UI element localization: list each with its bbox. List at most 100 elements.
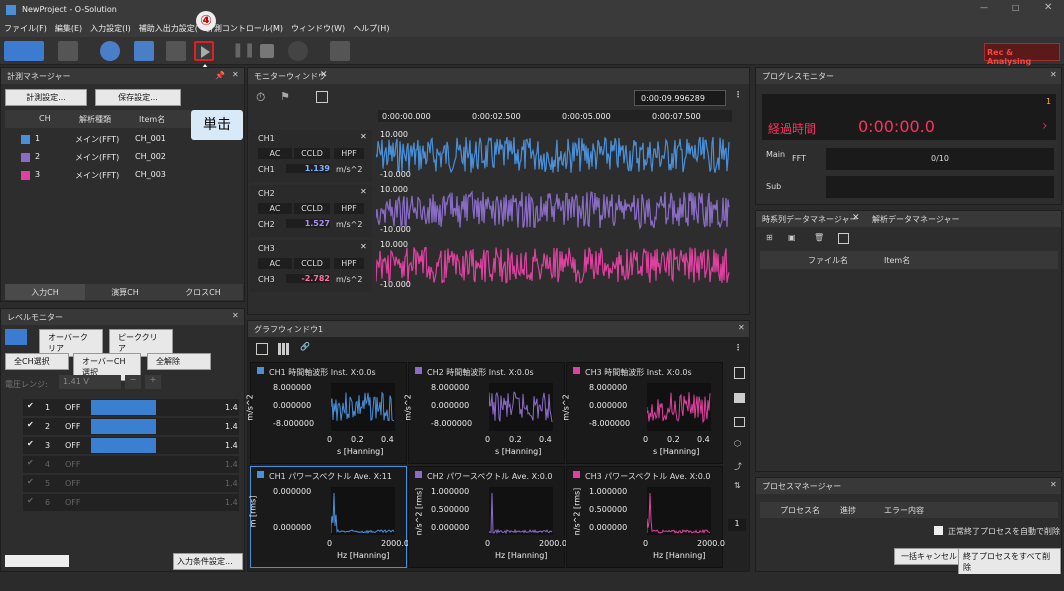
check-icon[interactable]: ✔ [27,496,34,505]
level-row[interactable]: ✔ 3 OFF 1.4 [23,437,239,454]
channel-close-icon[interactable]: ✕ [360,242,367,251]
check-icon[interactable]: ✔ [27,401,34,410]
channel-panel[interactable]: CH2 ✕ AC CCLD HPF CH2 1.527 m/s^2 [250,185,372,237]
range-minus[interactable]: − [125,375,141,389]
save-settings-button[interactable]: 保存設定... [95,89,181,106]
graph-panel[interactable]: CH3 パワースペクトル Ave. X:0.0 1.000000 0.500000 0… [566,466,725,568]
folder-icon[interactable]: ▣ [788,233,796,242]
pause-icon[interactable]: ❚❚ [232,42,255,62]
graph-panel[interactable]: CH1 時間軸波形 Inst. X:0.0s 8.000000 0.000000 -8… [246,362,407,464]
check-icon[interactable]: ✔ [27,458,34,467]
tab-cross-ch[interactable]: クロスCH [165,287,241,298]
layout-icon[interactable] [4,41,44,61]
page-number[interactable]: 1 [728,519,746,531]
check-icon[interactable]: ✔ [27,439,34,448]
channel-hpf-label[interactable]: HPF [334,203,364,214]
level-mode-icon[interactable] [5,329,27,345]
link-icon[interactable]: 🔗 [300,342,310,351]
trigger-icon[interactable] [288,41,308,61]
menu-item-0[interactable]: ファイル(F) [0,20,51,37]
check-icon[interactable]: ✔ [27,477,34,486]
channel-panel[interactable]: CH3 ✕ AC CCLD HPF CH3 -2.782 m/s^2 [250,240,372,292]
deselect-all-button[interactable]: 全解除 [147,353,211,370]
minimize-button[interactable]: — [980,3,988,12]
level-row[interactable]: ✔ 2 OFF 1.4 [23,418,239,435]
delete-icon[interactable]: 🗑 [814,233,824,242]
graph-panel[interactable]: CH3 時間軸波形 Inst. X:0.0s 8.000000 0.000000 -8… [562,362,723,464]
range-plus[interactable]: + [145,375,161,389]
print-icon[interactable] [256,343,268,355]
side-table-icon[interactable] [734,417,745,427]
monitor-icon[interactable] [58,41,78,61]
gauge-icon[interactable] [100,41,120,61]
channel-ac-label[interactable]: AC [258,148,292,159]
tab-timeseries[interactable]: 時系列データマネージャー [762,215,857,224]
graph-panel[interactable]: CH1 パワースペクトル Ave. X:11 0.000000 0.000000 m … [248,466,409,568]
check-icon[interactable]: ✔ [27,420,34,429]
channel-hpf-label[interactable]: HPF [334,258,364,269]
panel-close-icon[interactable]: ✕ [232,70,239,79]
channel-ccld-label[interactable]: CCLD [294,258,330,269]
chevron-right-icon[interactable]: › [1042,118,1048,134]
flag-icon[interactable]: ⚑ [280,90,290,103]
channel-hpf-label[interactable]: HPF [334,148,364,159]
channel-close-icon[interactable]: ✕ [360,187,367,196]
export-icon[interactable] [330,41,350,61]
channel-ccld-label[interactable]: CCLD [294,148,330,159]
stop-icon[interactable] [260,44,274,58]
props-icon[interactable] [838,233,849,244]
monitor-window-tab[interactable]: モニターウィンドウ ✕ [248,68,749,84]
level-row[interactable]: ✔ 4 OFF 1.4 [23,456,239,473]
panel-close-icon[interactable]: ✕ [1050,480,1057,489]
menu-item-6[interactable]: ヘルプ(H) [349,20,393,37]
close-button[interactable]: ✕ [1044,2,1052,13]
side-image-icon[interactable] [734,393,745,403]
add-icon[interactable]: ⊞ [766,233,773,242]
range-select[interactable]: 1.41 V [59,375,121,389]
chart-config-icon[interactable] [134,41,154,61]
measure-settings-button[interactable]: 計測設定... [5,89,87,106]
menu-item-1[interactable]: 編集(E) [51,20,86,37]
list-icon[interactable] [316,91,328,103]
level-row[interactable]: ✔ 6 OFF 1.4 [23,494,239,511]
pin-icon[interactable]: 📌 [215,71,225,80]
tab-analysis[interactable]: 解析データマネージャー [872,214,959,225]
table-row[interactable]: 2 メイン(FFT) CH_002 [5,148,241,166]
channel-label: CH1 [258,165,275,174]
menu-item-5[interactable]: ウィンドウ(W) [287,20,349,37]
more-icon[interactable]: ⋮ [734,343,742,352]
menu-item-2[interactable]: 入力設定(I) [86,20,135,37]
settings-icon[interactable] [166,41,186,61]
maximize-button[interactable]: □ [1012,3,1020,12]
panel-close-icon[interactable]: ✕ [738,323,745,332]
delete-finished-button[interactable]: 終了プロセスをすべて削除 [958,548,1061,576]
cancel-all-button[interactable]: 一括キャンセル [894,548,964,565]
channel-ac-label[interactable]: AC [258,203,292,214]
tab-input-ch[interactable]: 入力CH [5,284,85,300]
graph-panel[interactable]: CH2 パワースペクトル Ave. X:0.0 1.000000 0.500000 0… [408,466,567,568]
side-axis-icon[interactable]: ⤴ [734,461,742,472]
grid-icon[interactable] [278,343,290,355]
view-toggle[interactable] [5,555,69,567]
side-sort-icon[interactable]: ⇅ [734,481,741,490]
channel-ac-label[interactable]: AC [258,258,292,269]
menu-item-3[interactable]: 補助入出力設定( [135,20,202,37]
panel-close-icon[interactable]: ✕ [232,311,239,320]
play-button[interactable] [194,41,214,61]
channel-panel[interactable]: CH1 ✕ AC CCLD HPF CH1 1.139 m/s^2 [250,130,372,182]
side-list-icon[interactable] [734,367,745,379]
channel-close-icon[interactable]: ✕ [360,132,367,141]
select-all-ch-button[interactable]: 全CH選択 [5,353,69,370]
timer-icon[interactable]: ⏱ [256,90,265,105]
level-row[interactable]: ✔ 1 OFF 1.4 [23,399,239,416]
tab-calc-ch[interactable]: 演算CH [87,287,163,298]
side-cube-icon[interactable]: ⬡ [734,439,741,448]
input-condition-button[interactable]: 入力条件設定... [173,553,243,570]
panel-close-icon[interactable]: ✕ [1050,70,1057,79]
table-row[interactable]: 3 メイン(FFT) CH_003 [5,166,241,184]
channel-ccld-label[interactable]: CCLD [294,203,330,214]
auto-delete-checkbox[interactable] [934,526,943,535]
more-icon[interactable]: ⋮ [734,90,742,99]
level-row[interactable]: ✔ 5 OFF 1.4 [23,475,239,492]
graph-panel[interactable]: CH2 時間軸波形 Inst. X:0.0s 8.000000 0.000000 -8… [404,362,565,464]
